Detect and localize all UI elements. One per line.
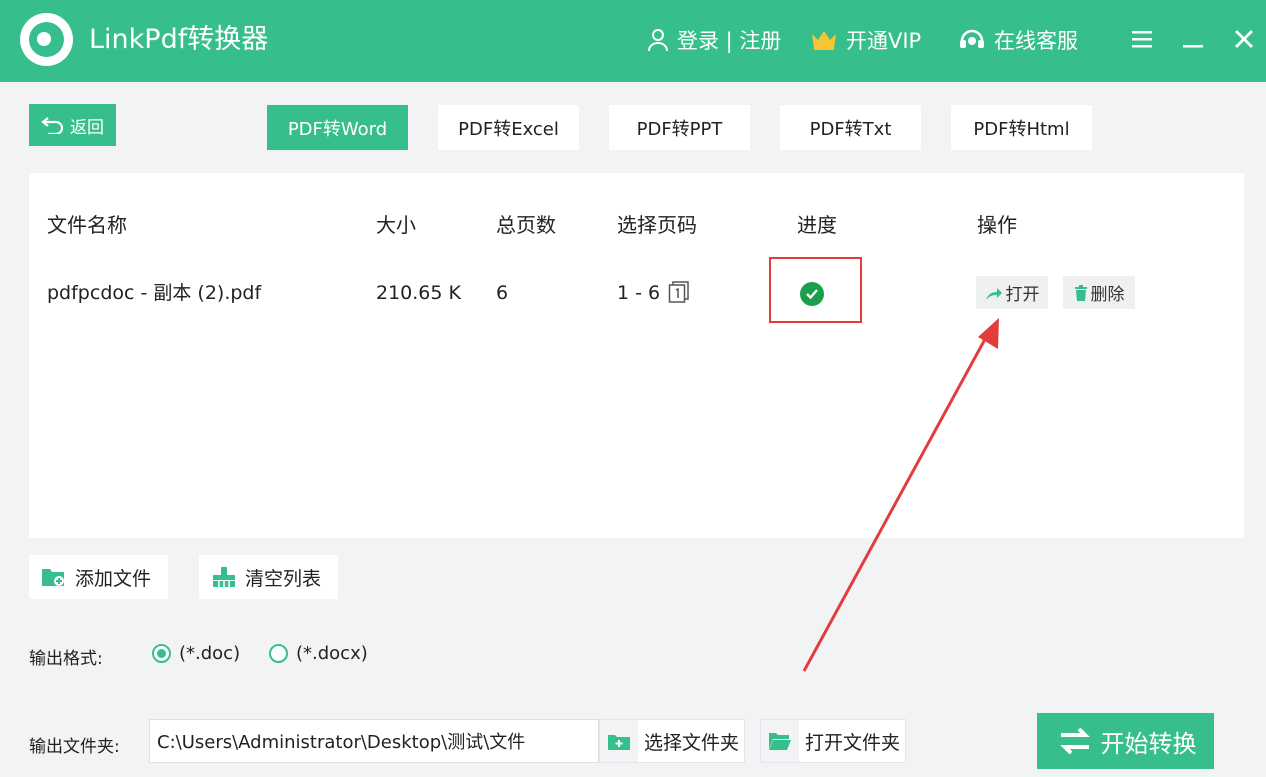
output-folder-label: 输出文件夹: [29, 737, 120, 757]
login-label: 登录 | 注册 [677, 29, 782, 53]
menu-button[interactable] [1125, 22, 1159, 56]
title-bar: LinkPdf转换器 登录 | 注册 开通VIP 在线客服 [0, 0, 1266, 82]
clear-list-label: 清空列表 [245, 567, 322, 590]
format-doc-radio[interactable] [152, 644, 171, 663]
tab-pdf-to-ppt[interactable]: PDF转PPT [609, 105, 750, 150]
page-range: 1 - 6 [617, 282, 661, 304]
column-header-page-range: 选择页码 [617, 213, 697, 237]
open-file-button[interactable]: 打开 [976, 276, 1048, 309]
back-label: 返回 [70, 117, 104, 138]
tab-pdf-to-html[interactable]: PDF转Html [951, 105, 1092, 150]
check-icon [800, 282, 824, 306]
column-header-pages: 总页数 [496, 213, 556, 237]
file-size: 210.65 K [376, 282, 461, 304]
start-convert-label: 开始转换 [1100, 729, 1197, 758]
format-doc-label[interactable]: (*.doc) [179, 643, 240, 664]
open-label: 打开 [1005, 285, 1040, 305]
app-logo [20, 13, 73, 66]
folder-open-icon [769, 733, 791, 750]
format-docx-label[interactable]: (*.docx) [296, 643, 368, 664]
delete-file-button[interactable]: 删除 [1063, 276, 1135, 309]
trash-icon [1074, 284, 1087, 301]
clear-list-button[interactable]: 清空列表 [199, 555, 338, 599]
user-icon [648, 29, 668, 52]
output-folder-input[interactable] [149, 719, 599, 763]
broom-icon [213, 567, 235, 587]
close-icon [1235, 30, 1253, 48]
vip-label: 开通VIP [846, 29, 922, 53]
format-docx-radio[interactable] [269, 644, 288, 663]
page-select-icon[interactable] [668, 281, 690, 307]
output-format-label: 输出格式: [29, 649, 103, 669]
tab-pdf-to-excel[interactable]: PDF转Excel [438, 105, 579, 150]
column-header-filename: 文件名称 [47, 213, 127, 237]
add-file-label: 添加文件 [75, 567, 152, 590]
service-label: 在线客服 [994, 29, 1078, 53]
folder-plus-icon [608, 735, 630, 750]
page-count: 6 [496, 282, 509, 304]
select-folder-button[interactable]: 选择文件夹 [599, 719, 745, 763]
tab-pdf-to-word[interactable]: PDF转Word [267, 105, 408, 150]
service-link[interactable]: 在线客服 [958, 24, 1078, 56]
column-header-actions: 操作 [977, 213, 1017, 237]
column-header-progress: 进度 [797, 213, 837, 237]
add-file-button[interactable]: 添加文件 [29, 555, 168, 599]
folder-add-icon [42, 569, 64, 586]
crown-icon [812, 31, 836, 50]
convert-arrows-icon [1059, 727, 1090, 755]
select-folder-label: 选择文件夹 [644, 731, 740, 754]
start-convert-button[interactable]: 开始转换 [1037, 713, 1214, 769]
menu-icon [1132, 31, 1152, 48]
column-header-size: 大小 [376, 213, 416, 237]
open-folder-button[interactable]: 打开文件夹 [760, 719, 906, 763]
share-arrow-icon [985, 287, 1002, 300]
minimize-icon [1183, 45, 1203, 48]
back-arrow-icon [41, 117, 64, 134]
close-button[interactable] [1227, 22, 1261, 56]
back-button[interactable]: 返回 [29, 104, 116, 146]
app-title: LinkPdf转换器 [89, 24, 269, 55]
file-name: pdfpcdoc - 副本 (2).pdf [47, 282, 262, 304]
vip-link[interactable]: 开通VIP [810, 24, 921, 56]
minimize-button[interactable] [1176, 22, 1210, 56]
delete-label: 删除 [1090, 285, 1125, 305]
tab-pdf-to-txt[interactable]: PDF转Txt [780, 105, 921, 150]
login-link[interactable]: 登录 | 注册 [647, 24, 781, 56]
headset-icon [960, 29, 984, 48]
open-folder-label: 打开文件夹 [805, 731, 901, 754]
